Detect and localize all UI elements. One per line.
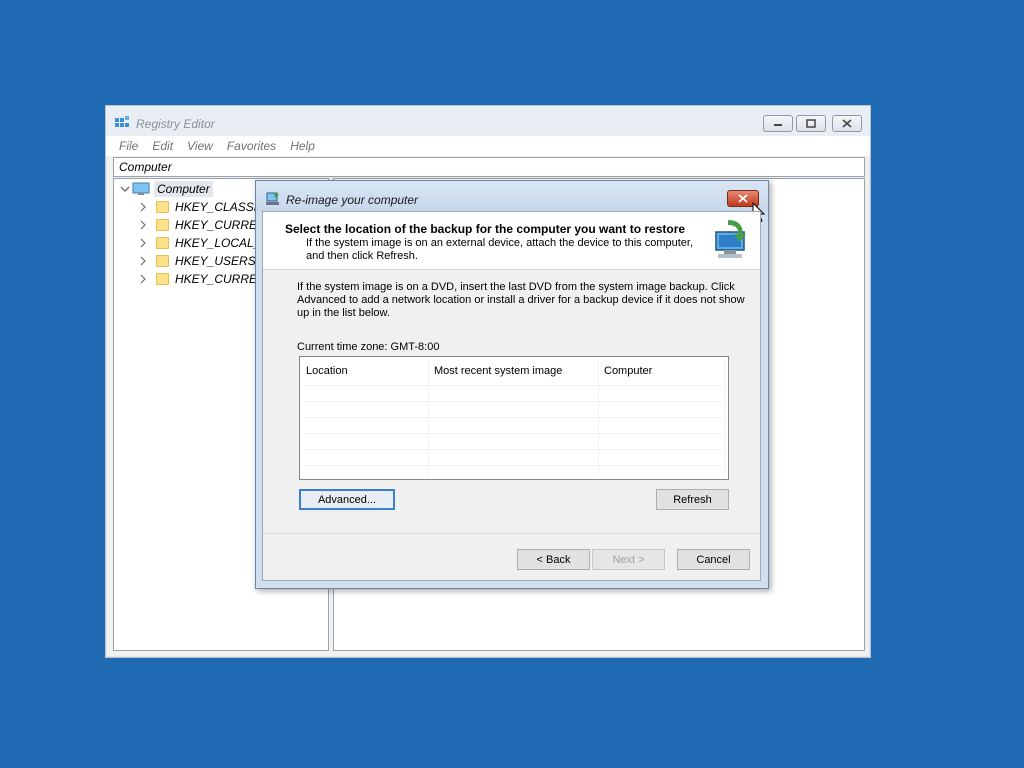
- row-divider: [304, 433, 722, 434]
- tree-item-hkey-local-machine[interactable]: HKEY_LOCAL_M: [138, 234, 270, 252]
- column-separator: [724, 359, 725, 475]
- maximize-button[interactable]: [796, 115, 826, 132]
- system-image-icon: [715, 220, 746, 258]
- folder-icon: [156, 201, 169, 213]
- dialog-titlebar[interactable]: Re-image your computer: [256, 181, 768, 211]
- dialog-subtext: If the system image is on an external de…: [306, 237, 694, 262]
- close-icon: [842, 119, 852, 128]
- registry-titlebar[interactable]: Registry Editor: [106, 106, 870, 136]
- registry-app-icon: [115, 116, 129, 127]
- registry-menubar: File Edit View Favorites Help: [106, 136, 870, 156]
- computer-icon: [132, 182, 150, 195]
- chevron-down-icon[interactable]: [120, 184, 130, 194]
- tree-item-hkey-users[interactable]: HKEY_USERS: [138, 252, 256, 270]
- menu-help[interactable]: Help: [290, 139, 315, 153]
- column-header-location[interactable]: Location: [306, 365, 348, 377]
- button-bar-divider: [263, 533, 760, 534]
- address-bar[interactable]: Computer: [113, 157, 865, 177]
- menu-view[interactable]: View: [187, 139, 213, 153]
- tree-root-computer[interactable]: Computer: [120, 180, 213, 198]
- timezone-label: Current time zone: GMT-8:00: [297, 341, 440, 353]
- folder-icon: [156, 273, 169, 285]
- chevron-right-icon[interactable]: [138, 202, 148, 212]
- row-divider: [304, 385, 722, 386]
- row-divider: [304, 417, 722, 418]
- menu-edit[interactable]: Edit: [152, 139, 173, 153]
- backup-restore-icon: [266, 192, 279, 205]
- cancel-button[interactable]: Cancel: [677, 549, 750, 570]
- row-divider: [304, 449, 722, 450]
- minimize-button[interactable]: [763, 115, 793, 132]
- dialog-header: Select the location of the backup for th…: [263, 212, 760, 270]
- registry-title: Registry Editor: [136, 117, 215, 131]
- dialog-description: If the system image is on a DVD, insert …: [297, 281, 745, 319]
- maximize-icon: [806, 119, 816, 128]
- chevron-right-icon[interactable]: [138, 274, 148, 284]
- next-button[interactable]: Next >: [592, 549, 665, 570]
- tree-root-label: Computer: [154, 181, 213, 197]
- dialog-title: Re-image your computer: [286, 193, 419, 207]
- folder-icon: [156, 219, 169, 231]
- row-divider: [304, 401, 722, 402]
- column-header-computer[interactable]: Computer: [604, 365, 652, 377]
- menu-favorites[interactable]: Favorites: [227, 139, 276, 153]
- refresh-button[interactable]: Refresh: [656, 489, 729, 510]
- chevron-right-icon[interactable]: [138, 238, 148, 248]
- reimage-dialog: Re-image your computer Select the locati…: [255, 180, 769, 589]
- dialog-heading: Select the location of the backup for th…: [285, 222, 686, 236]
- advanced-button[interactable]: Advanced...: [299, 489, 395, 510]
- close-icon: [738, 194, 748, 203]
- folder-icon: [156, 237, 169, 249]
- dialog-body: Select the location of the backup for th…: [262, 211, 761, 581]
- close-button[interactable]: [832, 115, 862, 132]
- chevron-right-icon[interactable]: [138, 256, 148, 266]
- back-button[interactable]: < Back: [517, 549, 590, 570]
- chevron-right-icon[interactable]: [138, 220, 148, 230]
- minimize-icon: [774, 123, 782, 126]
- row-divider: [304, 465, 722, 466]
- column-header-most-recent-image[interactable]: Most recent system image: [434, 365, 562, 377]
- tree-item-label: HKEY_USERS: [175, 254, 256, 268]
- menu-file[interactable]: File: [119, 139, 138, 153]
- backup-list-table[interactable]: Location Most recent system image Comput…: [299, 356, 729, 480]
- folder-icon: [156, 255, 169, 267]
